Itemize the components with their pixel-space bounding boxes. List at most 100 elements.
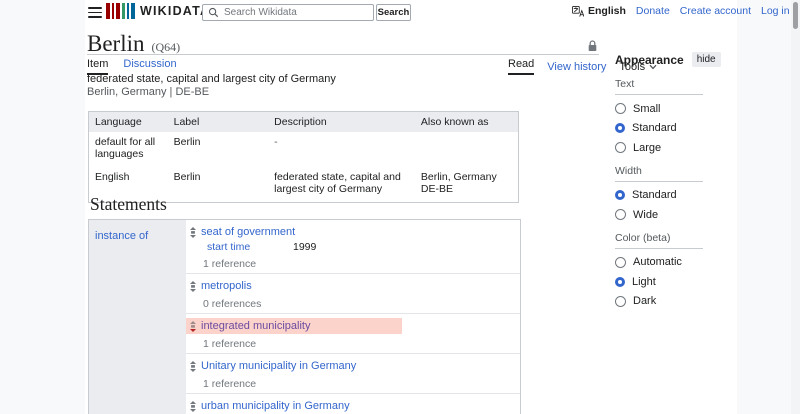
statement: metropolis 0 references [186,274,520,314]
statements-heading: Statements [90,194,167,215]
statement: seat of government start time1999 1 refere… [186,220,520,274]
references-count[interactable]: 1 reference [203,378,520,390]
radio-button[interactable] [615,190,625,200]
appearance-hide-button[interactable]: hide [692,52,721,67]
cell-label: Berlin [168,167,269,203]
statement-mainsnak: Unitary municipality in Germany [186,358,520,374]
appearance-section-label: Width [615,165,703,182]
statement-value-link[interactable]: seat of government [201,226,295,238]
alias-line: Berlin, Germany [421,171,512,183]
appearance-option[interactable]: Dark [615,295,737,307]
login-link[interactable]: Log in [761,5,790,17]
radio-label: Large [633,142,661,154]
radio-button[interactable] [615,296,626,307]
radio-label: Standard [632,189,677,201]
rank-selector-icon [190,227,196,238]
appearance-option[interactable]: Light [615,276,737,288]
scrollbar-track[interactable] [791,0,800,414]
cell-also-known-as [415,132,519,167]
termbox-body: default for all languagesBerlin-EnglishB… [89,132,519,203]
donate-link[interactable]: Donate [636,5,670,17]
tab-read[interactable]: Read [508,58,534,75]
scrollbar-thumb[interactable] [793,2,798,29]
statement-value-link[interactable]: Unitary municipality in Germany [201,360,356,372]
radio-label: Wide [633,209,658,221]
statement-value-link[interactable]: urban municipality in Germany [201,400,350,412]
search-button[interactable]: Search [376,4,411,21]
appearance-title: Appearance [615,53,684,67]
title-divider [87,54,599,55]
radio-label: Light [632,276,656,288]
column-header-language: Language [89,112,168,133]
entity-aliases: Berlin, Germany | DE-BE [87,86,209,98]
statement-list: seat of government start time1999 1 refere… [186,220,520,414]
column-header-also-known-as: Also known as [415,112,519,133]
termbox-header-row: Language Label Description Also known as [89,112,519,133]
radio-button[interactable] [615,103,626,114]
appearance-option[interactable]: Standard [615,122,737,134]
rank-selector-icon [190,281,196,292]
table-row: default for all languagesBerlin- [89,132,519,167]
statement: urban municipality in Germany0 reference… [186,394,520,414]
appearance-option[interactable]: Small [615,103,737,115]
radio-button[interactable] [615,123,625,133]
main-menu-icon[interactable] [88,7,102,18]
statement-value-link[interactable]: metropolis [201,280,252,292]
radio-label: Dark [633,295,656,307]
radio-button[interactable] [615,142,626,153]
references-count[interactable]: 0 references [203,298,520,310]
alias-line: DE-BE [421,183,512,195]
create-account-link[interactable]: Create account [680,5,751,17]
content-sheet: WIKIDATA Search Wikidata Search English … [85,0,737,414]
search-input[interactable]: Search Wikidata [224,7,297,18]
statement: integrated municipality 1 reference [186,314,520,354]
qualifier-property-link[interactable]: start time [207,241,293,254]
radio-label: Small [633,103,661,115]
search-icon [208,7,219,18]
radio-button[interactable] [615,277,625,287]
radio-label: Automatic [633,256,682,268]
appearance-option[interactable]: Wide [615,209,737,221]
tab-view-history[interactable]: View history [547,61,606,73]
cell-also-known-as: Berlin, GermanyDE-BE [415,167,519,203]
appearance-option[interactable]: Standard [615,189,737,201]
radio-button[interactable] [615,209,626,220]
statement-mainsnak: seat of government [186,224,520,240]
appearance-section-label: Text [615,78,703,95]
appearance-option[interactable]: Large [615,142,737,154]
statement-mainsnak: metropolis [186,278,520,294]
radio-button[interactable] [615,257,626,268]
statement-group: instance of seat of government start time… [88,219,521,414]
radio-label: Standard [632,122,677,134]
appearance-panel: Appearance hide Text Small Standard Large Wi… [615,52,737,315]
statement-mainsnak: integrated municipality [186,318,402,334]
rank-selector-icon [190,361,196,372]
statement-mainsnak: urban municipality in Germany [186,398,520,414]
appearance-section-label: Color (beta) [615,232,703,249]
wikidata-logo[interactable]: WIKIDATA [106,3,210,19]
statement: Unitary municipality in Germany 1 referen… [186,354,520,394]
statement-value-link[interactable]: integrated municipality [201,320,310,332]
property-link[interactable]: instance of [95,230,148,242]
rank-selector-icon [190,401,196,412]
wikidata-page: WIKIDATA Search Wikidata Search English … [0,0,800,414]
appearance-option[interactable]: Automatic [615,256,737,268]
cell-language: default for all languages [89,132,168,167]
statement-qualifier: start time1999 [207,241,520,254]
cell-description: federated state, capital and largest cit… [268,167,415,203]
column-header-label: Label [168,112,269,133]
references-count[interactable]: 1 reference [203,258,520,270]
termbox-table: Language Label Description Also known as… [88,111,519,203]
cell-description: - [268,132,415,167]
language-label: English [588,5,626,17]
cell-label: Berlin [168,132,269,167]
wikidata-logo-icon [106,3,135,19]
column-header-description: Description [268,112,415,133]
search-box[interactable]: Search Wikidata [202,4,374,21]
rank-selector-icon [190,321,196,332]
wikidata-logo-text: WIKIDATA [140,4,210,18]
language-icon [572,6,584,17]
statement-property-cell: instance of [89,220,186,414]
references-count[interactable]: 1 reference [203,338,520,350]
language-selector[interactable]: English [572,5,626,17]
